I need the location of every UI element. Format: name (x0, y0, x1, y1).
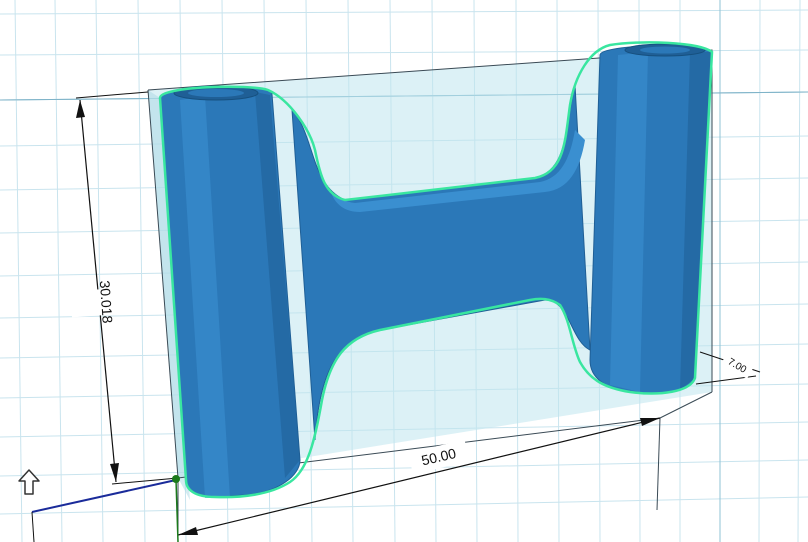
scene-canvas[interactable]: 30.018 50.00 7.00 (0, 0, 808, 542)
axis-gizmo (31, 475, 180, 542)
model-left-hole-inner (188, 89, 244, 97)
model-right-hole-inner (640, 46, 690, 54)
x-axis-line (31, 479, 177, 513)
height-dimension-label[interactable]: 30.018 (97, 280, 116, 324)
origin-point[interactable] (172, 475, 180, 483)
up-arrow-icon[interactable] (18, 469, 40, 495)
3d-viewport[interactable]: 30.018 50.00 7.00 (0, 0, 808, 542)
